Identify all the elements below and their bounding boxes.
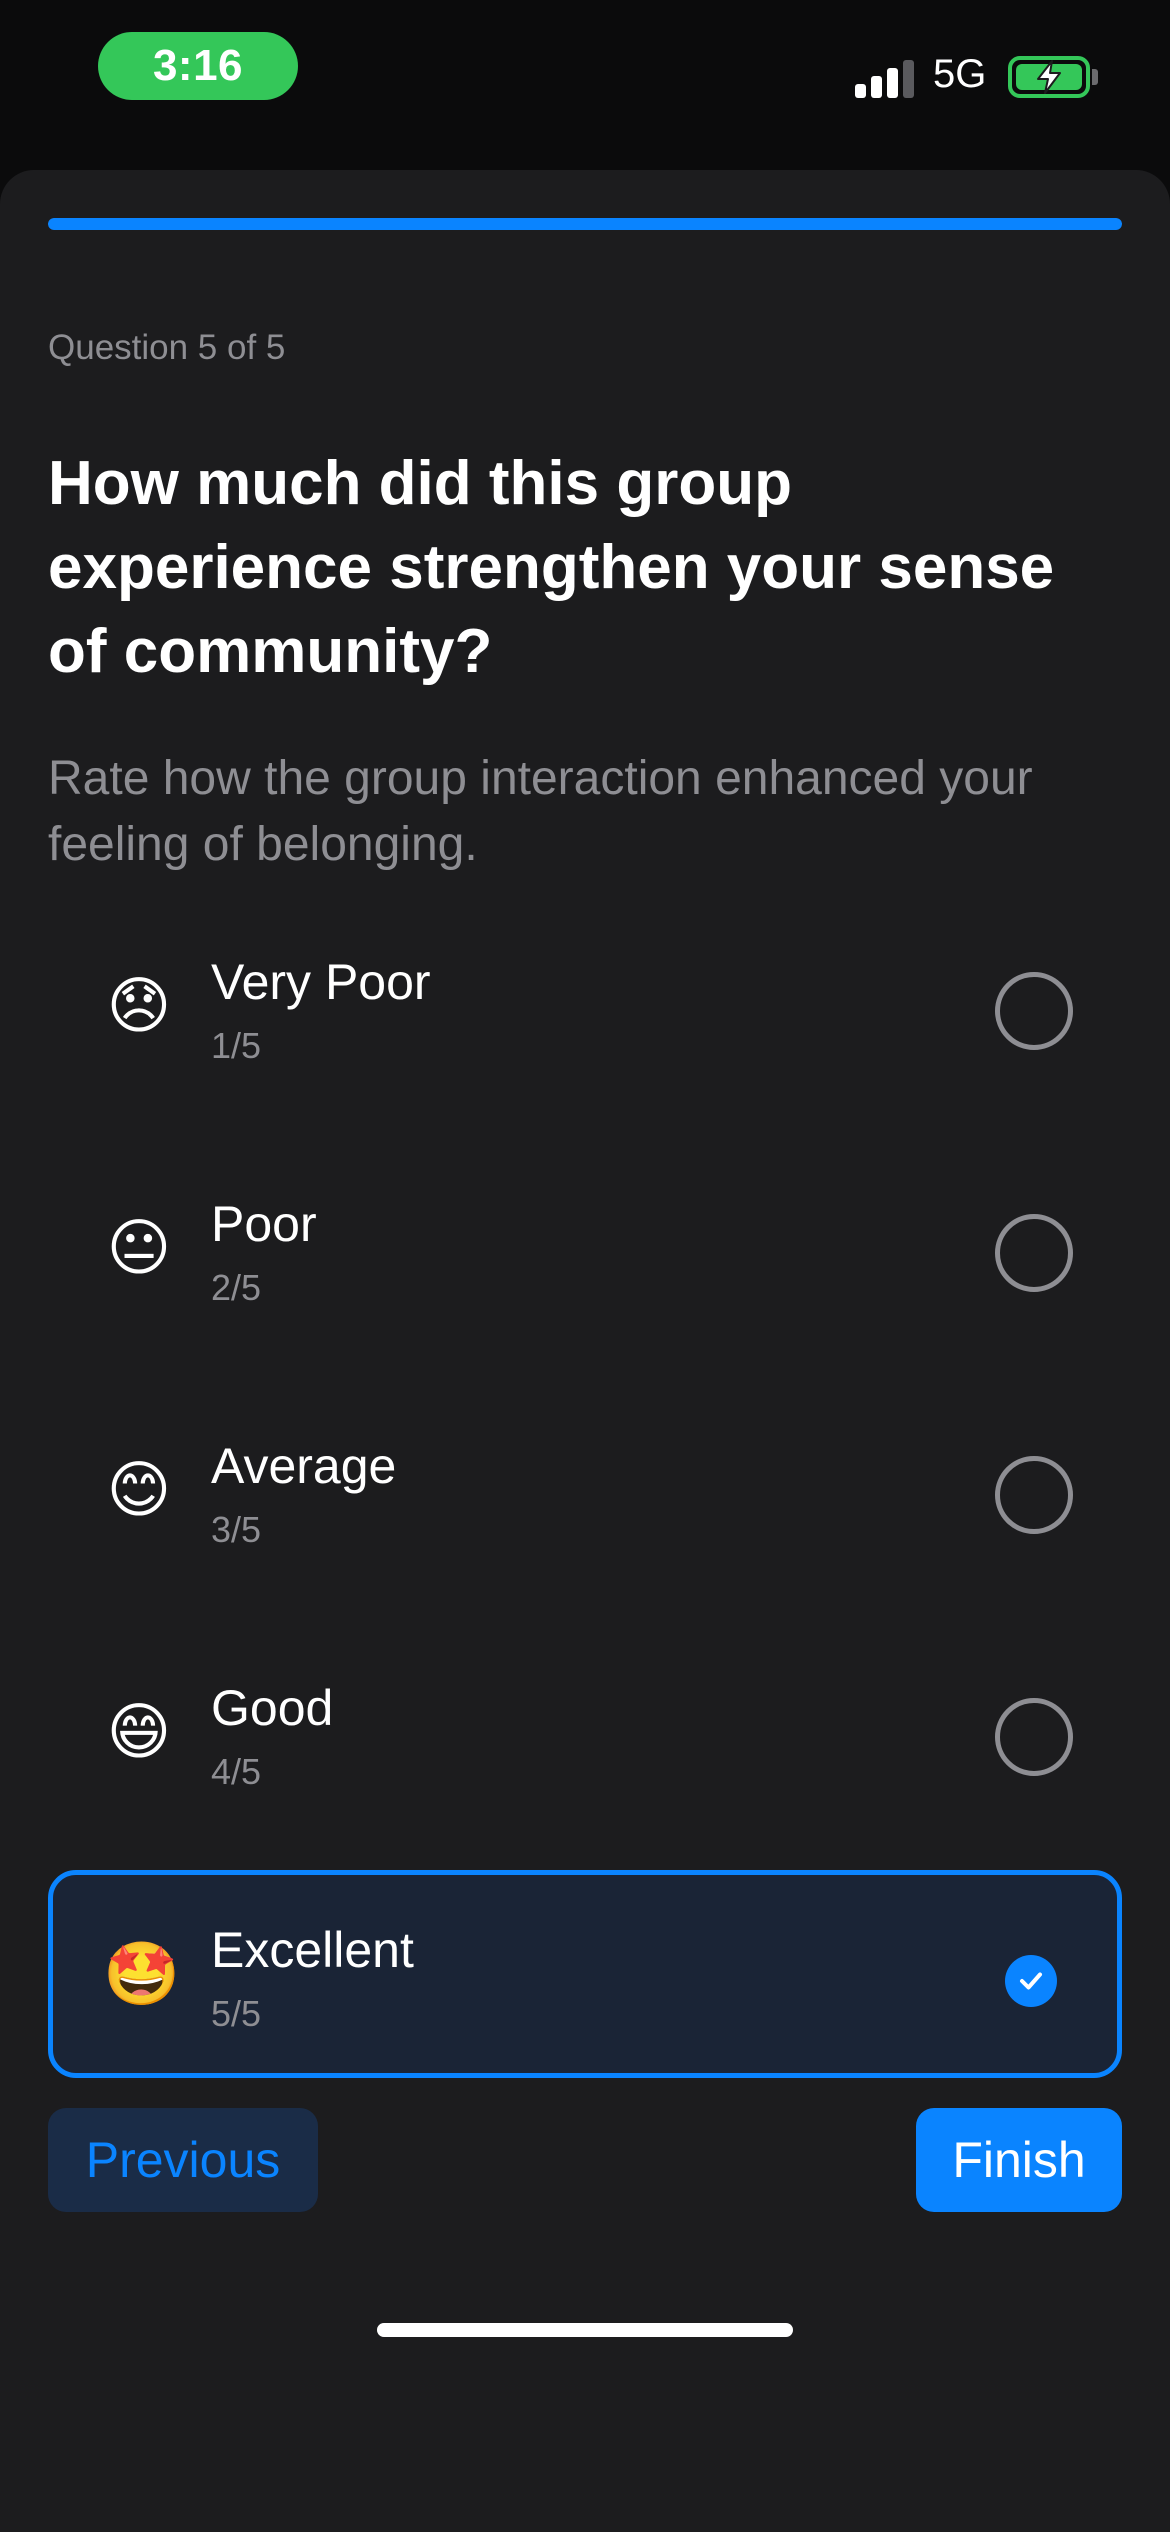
progress-fill	[48, 218, 1122, 230]
sad-face-icon: 😞	[106, 972, 172, 1041]
status-time[interactable]: 3:16	[98, 32, 298, 100]
battery-cap	[1092, 69, 1098, 85]
home-indicator[interactable]	[377, 2323, 793, 2337]
option-label: Very Poor	[211, 954, 431, 1010]
question-title: How much did this group experience stren…	[48, 449, 1055, 686]
option-average[interactable]: 😊 Average 3/5	[48, 1386, 1122, 1594]
checkmark-icon[interactable]	[1005, 1955, 1057, 2007]
option-poor[interactable]: 😐 Poor 2/5	[48, 1144, 1122, 1352]
smiling-face-icon: 😊	[106, 1456, 172, 1525]
option-good[interactable]: 😄 Good 4/5	[48, 1628, 1122, 1836]
finish-button[interactable]: Finish	[916, 2108, 1122, 2212]
option-score: 1/5	[211, 1025, 262, 1066]
radio-button[interactable]	[995, 1698, 1073, 1776]
radio-button[interactable]	[995, 1456, 1073, 1534]
option-score: 5/5	[211, 1993, 262, 2034]
battery-charging-icon	[1008, 56, 1090, 98]
status-bar: 3:16 5G	[0, 0, 1170, 170]
grinning-face-icon: 😄	[106, 1698, 172, 1767]
network-type: 5G	[933, 52, 987, 96]
option-label: Good	[211, 1680, 334, 1736]
option-label: Average	[211, 1438, 397, 1494]
option-score: 2/5	[211, 1267, 262, 1308]
radio-button[interactable]	[995, 972, 1073, 1050]
option-label: Poor	[211, 1196, 317, 1252]
question-subtitle: Rate how the group interaction enhanced …	[48, 752, 1033, 871]
option-score: 3/5	[211, 1509, 262, 1550]
option-very-poor[interactable]: 😞 Very Poor 1/5	[48, 902, 1122, 1110]
option-score: 4/5	[211, 1751, 262, 1792]
previous-button[interactable]: Previous	[48, 2108, 318, 2212]
star-struck-face-icon: 🤩	[103, 1940, 181, 2009]
option-excellent[interactable]: 🤩 Excellent 5/5	[48, 1870, 1122, 2078]
neutral-face-icon: 😐	[106, 1214, 172, 1283]
option-label: Excellent	[211, 1922, 414, 1978]
progress-bar	[48, 218, 1122, 230]
signal-icon	[855, 58, 915, 98]
question-counter: Question 5 of 5	[48, 328, 286, 367]
radio-button[interactable]	[995, 1214, 1073, 1292]
